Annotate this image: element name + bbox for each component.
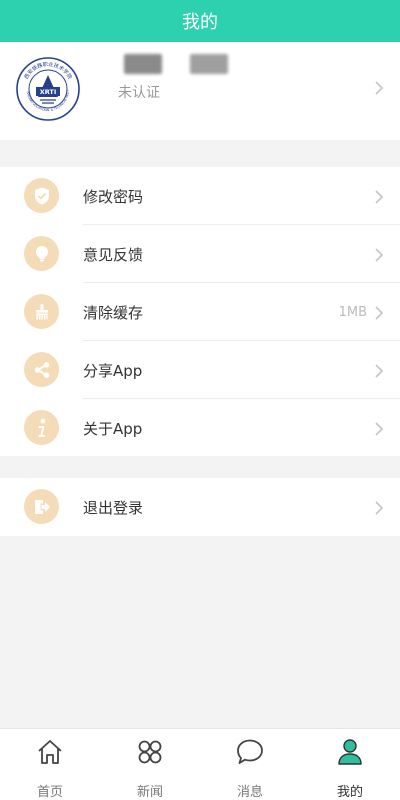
logo-text-center: XRTI bbox=[40, 88, 57, 96]
school-logo: 西安铁路职业技术学院 XI'AN RAILWAY VOCATIONAL & TE… bbox=[16, 57, 80, 121]
menu-item-label: 关于App bbox=[83, 419, 143, 438]
profile-card[interactable]: 西安铁路职业技术学院 XI'AN RAILWAY VOCATIONAL & TE… bbox=[0, 42, 400, 140]
chevron-right-icon bbox=[375, 422, 384, 436]
chevron-right-icon bbox=[375, 248, 384, 262]
username-redacted bbox=[190, 54, 228, 74]
chat-bubble-icon bbox=[237, 739, 263, 764]
logout-menu: 退出登录 bbox=[0, 478, 400, 536]
chevron-right-icon bbox=[375, 364, 384, 378]
menu-item-about-app[interactable]: 关于App bbox=[0, 399, 400, 457]
nav-label: 消息 bbox=[236, 785, 263, 800]
nav-label: 首页 bbox=[36, 785, 63, 800]
shield-icon bbox=[24, 178, 59, 213]
chevron-right-icon bbox=[375, 501, 384, 515]
nav-tab-news[interactable]: 新闻 bbox=[100, 729, 200, 800]
menu-item-change-password[interactable]: 修改密码 bbox=[0, 167, 400, 225]
menu-item-clear-cache[interactable]: 清除缓存 1MB bbox=[0, 283, 400, 341]
home-icon bbox=[38, 740, 62, 764]
brush-icon bbox=[24, 294, 59, 329]
nav-label: 新闻 bbox=[136, 785, 163, 800]
menu-item-label: 退出登录 bbox=[83, 498, 144, 517]
menu-item-label: 分享App bbox=[83, 361, 143, 380]
menu-item-feedback[interactable]: 意见反馈 bbox=[0, 225, 400, 283]
menu-item-label: 清除缓存 bbox=[83, 303, 144, 322]
chevron-right-icon bbox=[375, 190, 384, 204]
menu-item-label: 意见反馈 bbox=[83, 245, 144, 264]
chevron-right-icon bbox=[375, 306, 384, 320]
nav-label: 我的 bbox=[336, 785, 363, 800]
share-icon bbox=[24, 352, 59, 387]
nav-tab-mine[interactable]: 我的 bbox=[300, 729, 400, 800]
nav-tab-home[interactable]: 首页 bbox=[0, 729, 100, 800]
nav-tab-messages[interactable]: 消息 bbox=[200, 729, 300, 800]
clover-icon bbox=[138, 740, 162, 764]
settings-menu: 修改密码 意见反馈 清除缓存 1MB 分享App 关于App bbox=[0, 167, 400, 456]
logout-icon bbox=[24, 489, 59, 524]
app-header: 我的 bbox=[0, 0, 400, 42]
verification-status: 未认证 bbox=[118, 85, 160, 101]
chevron-right-icon bbox=[375, 81, 384, 95]
menu-item-label: 修改密码 bbox=[83, 187, 144, 206]
bottom-nav: 首页 新闻 消息 我的 bbox=[0, 728, 400, 800]
page-title: 我的 bbox=[182, 12, 218, 33]
menu-item-share-app[interactable]: 分享App bbox=[0, 341, 400, 399]
info-icon bbox=[24, 410, 59, 445]
username-redacted bbox=[124, 54, 162, 74]
lightbulb-icon bbox=[24, 236, 59, 271]
user-icon bbox=[338, 739, 362, 765]
menu-item-logout[interactable]: 退出登录 bbox=[0, 478, 400, 536]
cache-size: 1MB bbox=[338, 304, 367, 320]
